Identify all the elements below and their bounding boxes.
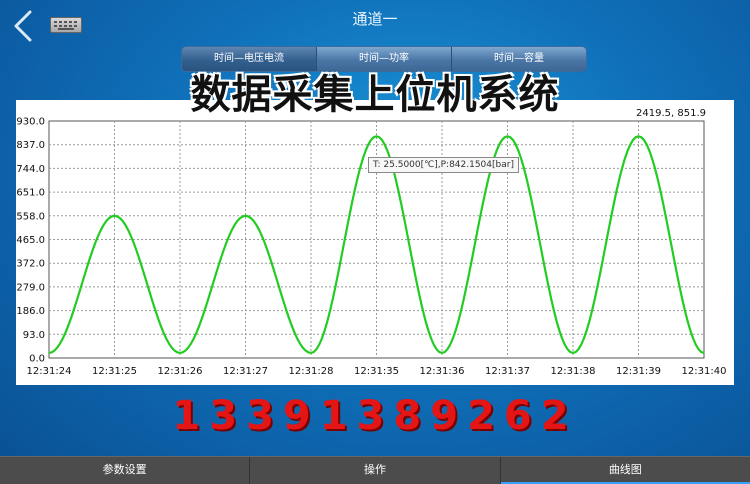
y-tick-label: 744.0 xyxy=(16,164,45,175)
y-tick-label: 93.0 xyxy=(23,330,45,341)
x-tick-label: 12:31:38 xyxy=(551,366,596,377)
x-tick-label: 12:31:24 xyxy=(27,366,72,377)
line-chart[interactable]: 930.0837.0744.0651.0558.0465.0372.0279.0… xyxy=(16,100,734,385)
x-tick-label: 12:31:40 xyxy=(682,366,727,377)
x-tick-label: 12:31:35 xyxy=(354,366,399,377)
x-tick-label: 12:31:39 xyxy=(616,366,661,377)
y-tick-label: 279.0 xyxy=(16,282,45,293)
y-tick-label: 0.0 xyxy=(29,354,45,365)
x-tick-label: 12:31:37 xyxy=(485,366,530,377)
x-tick-label: 12:31:27 xyxy=(223,366,268,377)
y-tick-label: 558.0 xyxy=(16,211,45,222)
y-tick-label: 651.0 xyxy=(16,188,45,199)
watermark-title: 数据采集上位机系统 xyxy=(190,72,560,118)
header-bar: 通道一 xyxy=(0,0,750,44)
y-tick-label: 465.0 xyxy=(16,235,45,246)
phone-number-overlay: 13391389262 xyxy=(172,393,578,439)
x-tick-label: 12:31:28 xyxy=(289,366,334,377)
page-title: 通道一 xyxy=(352,10,398,28)
data-tooltip: T: 25.5000[℃],P:842.1504[bar] xyxy=(368,157,519,173)
y-tick-label: 186.0 xyxy=(16,306,45,317)
chart-panel[interactable]: 930.0 837.0 744.0 651.0 558.0 465.0 372.0 279.0… xyxy=(16,100,734,385)
y-tick-label: 372.0 xyxy=(16,259,45,270)
x-tick-label: 12:31:25 xyxy=(92,366,137,377)
nav-operation[interactable]: 操作 xyxy=(250,457,501,484)
nav-curve-chart[interactable]: 曲线图 xyxy=(500,457,750,484)
x-tick-label: 12:31:36 xyxy=(420,366,465,377)
bottom-nav: 参数设置 操作 曲线图 xyxy=(0,456,750,484)
nav-params-settings[interactable]: 参数设置 xyxy=(0,457,251,484)
x-tick-label: 12:31:26 xyxy=(158,366,203,377)
y-tick-label: 837.0 xyxy=(16,140,45,151)
